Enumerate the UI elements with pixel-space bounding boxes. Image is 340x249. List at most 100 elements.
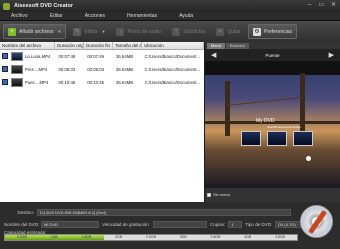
- table-row[interactable]: La Luna.MP4 00:07:49 00:07:49 36.64MB C:…: [0, 50, 204, 63]
- dvd-type-label: Tipo de DVD:: [245, 221, 273, 227]
- capacity-tick: 3GB: [179, 235, 187, 239]
- play-icon[interactable]: [306, 156, 311, 161]
- capacity-tick: 4.5GB: [275, 235, 286, 239]
- toolbar: + Añadir archivos ▼ ✎ Editar ▼ ♪ Punto d…: [0, 21, 340, 42]
- speed-select[interactable]: [153, 220, 208, 228]
- chapter-thumb-3[interactable]: [293, 131, 313, 146]
- menu-acciones[interactable]: Acciones: [74, 13, 116, 19]
- arrow-right-icon[interactable]: ▶: [329, 51, 334, 59]
- copies-label: Copias:: [210, 221, 226, 227]
- audio-icon: ♪: [116, 27, 125, 36]
- gear-icon: ⚙: [252, 27, 261, 36]
- template-nav: ◀ Puente ▶: [205, 49, 340, 61]
- subtitle-icon: T: [172, 27, 181, 36]
- destino-label: Destino:: [17, 209, 34, 215]
- file-size: 36.64MB: [115, 67, 134, 72]
- edit-button[interactable]: ✎ Editar ▼: [69, 24, 109, 39]
- file-name: Pues ...MP4: [24, 80, 49, 85]
- maximize-button[interactable]: ▭: [318, 2, 325, 9]
- remove-icon: ✕: [216, 27, 225, 36]
- final-duration: 00:10:45: [87, 80, 104, 85]
- copies-input[interactable]: 1: [228, 220, 243, 228]
- table-row[interactable]: Pres ...MP4 00:05:03 00:05:03 36.64MB C:…: [0, 63, 204, 76]
- chapter-thumb-1[interactable]: [241, 131, 261, 146]
- capacity-tick: 2.5GB: [145, 235, 156, 239]
- add-files-button[interactable]: + Añadir archivos ▼: [3, 24, 67, 39]
- remove-button[interactable]: ✕ Quitar: [212, 24, 245, 39]
- file-name: Pres ...MP4: [24, 67, 48, 72]
- menu-ayuda[interactable]: Ayuda: [168, 13, 204, 19]
- add-files-label: Añadir archivos: [19, 28, 54, 35]
- volume-label: Nombre del DVD:: [4, 221, 40, 227]
- capacity-tick: 4GB: [244, 235, 252, 239]
- capacity-tick: 1.5GB: [81, 235, 92, 239]
- burn-disc-button[interactable]: [300, 205, 333, 238]
- orig-duration: 00:10:45: [58, 80, 76, 85]
- audio-label: Punto de audio: [127, 28, 162, 35]
- minimize-button[interactable]: –: [306, 2, 313, 9]
- tab-buttons[interactable]: Botones: [226, 43, 249, 49]
- preview-controls: [205, 61, 340, 75]
- col-orig[interactable]: Duración orig: [55, 42, 84, 50]
- chapter-thumb-2[interactable]: [267, 131, 287, 146]
- file-icon: [2, 66, 8, 72]
- capacity-tick: 0.5GB: [16, 235, 27, 239]
- arrow-left-icon[interactable]: ◀: [211, 51, 216, 59]
- remove-label: Quitar: [227, 28, 241, 35]
- file-icon: [2, 79, 8, 85]
- col-final[interactable]: Duración fin: [84, 42, 113, 50]
- audio-button[interactable]: ♪ Punto de audio: [112, 24, 165, 39]
- menu-herramientas[interactable]: Herramientas: [116, 13, 168, 19]
- capacity-tick: 2GB: [115, 235, 123, 239]
- title-bar: Aiseesoft DVD Creator – ▭ ✕: [0, 0, 340, 12]
- subtitles-label: Subtítulos: [183, 28, 206, 35]
- preferences-label: Preferencias: [263, 28, 293, 35]
- volume-name-input[interactable]: MI DVD: [41, 220, 99, 228]
- chevron-down-icon[interactable]: ▼: [102, 29, 106, 34]
- capacity-tick: 3.5GB: [210, 235, 221, 239]
- bridge-tower-left: [225, 81, 230, 136]
- menu-preview-panel: Menú Botones ◀ Puente ▶ My DVD WorldProf…: [205, 42, 340, 202]
- col-size[interactable]: Tamaño del ar...: [113, 42, 142, 50]
- no-menu-row: Sin menú: [205, 190, 340, 199]
- orig-duration: 00:07:49: [58, 54, 76, 59]
- col-location[interactable]: Ubicación: [142, 42, 204, 50]
- thumbnail: [11, 78, 23, 87]
- edit-icon: ✎: [73, 27, 82, 36]
- speed-label: Velocidad de grabación:: [102, 221, 151, 227]
- menu-editar[interactable]: Editar: [39, 13, 74, 19]
- output-settings: Destino: D:[ 5US DVD-RW D5840H 8.1] (Dvd…: [0, 202, 340, 249]
- tab-menu[interactable]: Menú: [207, 43, 226, 49]
- close-button[interactable]: ✕: [330, 2, 337, 9]
- table-row[interactable]: Pues ...MP4 00:10:45 00:10:45 36.64MB C:…: [0, 76, 204, 89]
- preview-tabs: Menú Botones: [205, 42, 340, 49]
- menu-bar: Archivo Editar Acciones Herramientas Ayu…: [0, 12, 340, 21]
- thumbnail: [11, 65, 23, 74]
- dvd-type-select[interactable]: D5 (4.7G): [275, 220, 303, 228]
- menu-preview[interactable]: My DVD WorldProfessional Bridge: [205, 61, 340, 188]
- file-size: 36.64MB: [115, 80, 134, 85]
- col-name[interactable]: Nombre del archivo: [0, 42, 55, 50]
- file-list: Nombre del archivo Duración orig Duració…: [0, 42, 204, 202]
- burn-icon: [307, 209, 328, 235]
- destination-select[interactable]: D:[ 5US DVD-RW D5840H 8.1] (Dvd): [37, 208, 291, 216]
- menu-title[interactable]: My DVD: [256, 118, 275, 124]
- file-name: La Luna.MP4: [24, 54, 51, 59]
- no-menu-checkbox[interactable]: [207, 192, 211, 197]
- final-duration: 00:05:03: [87, 67, 104, 72]
- subtitles-button[interactable]: T Subtítulos: [168, 24, 209, 39]
- chevron-down-icon[interactable]: ▼: [57, 29, 61, 34]
- file-location: C:/Users/Bianco/Document...: [144, 80, 201, 85]
- final-duration: 00:07:49: [87, 54, 104, 59]
- file-icon: [2, 53, 8, 59]
- capacity-tick: 1GB: [50, 235, 58, 239]
- add-icon: +: [8, 27, 16, 36]
- no-menu-label: Sin menú: [213, 192, 230, 197]
- capacity-bar: 0.5GB 1GB 1.5GB 2GB 2.5GB 3GB 3.5GB 4GB …: [4, 234, 298, 241]
- preferences-button[interactable]: ⚙ Preferencias: [247, 24, 298, 39]
- file-location: C:/Users/Bianco/Document...: [144, 67, 201, 72]
- file-size: 36.64MB: [115, 54, 134, 59]
- bridge-cable: [227, 97, 303, 106]
- menu-archivo[interactable]: Archivo: [0, 13, 39, 19]
- window-title: Aiseesoft DVD Creator: [14, 3, 73, 9]
